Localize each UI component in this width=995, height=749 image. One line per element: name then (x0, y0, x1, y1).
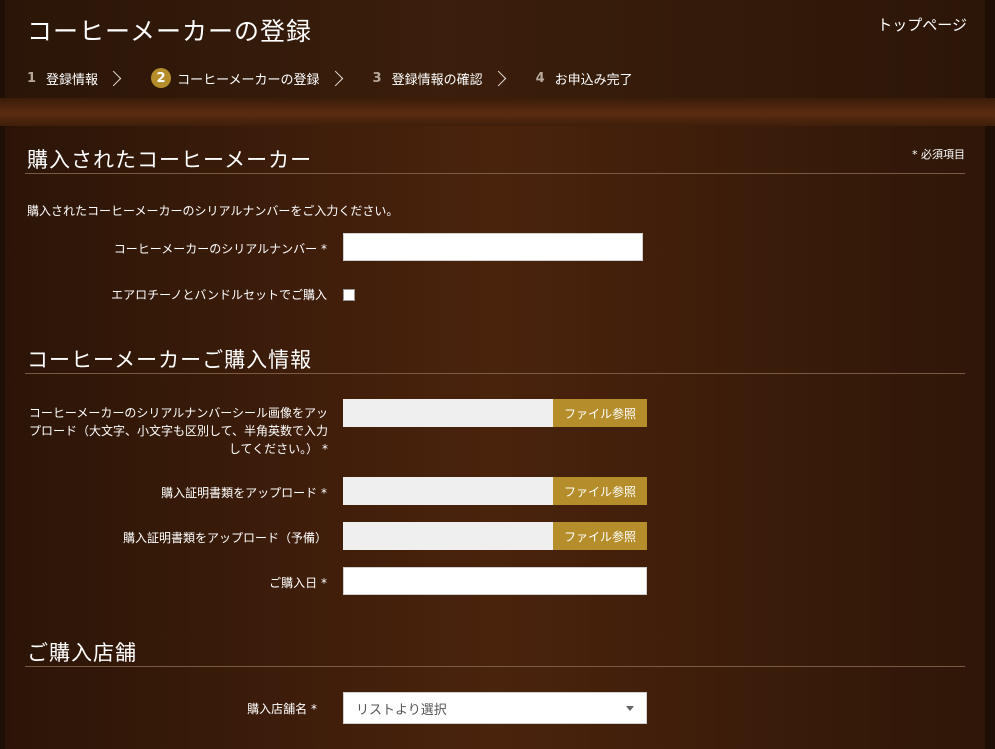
section-title-coffee-maker: 購入されたコーヒーメーカー (27, 148, 313, 172)
store-select-placeholder: リストより選択 (356, 702, 447, 718)
serial-number-label: コーヒーメーカーのシリアルナンバー * (113, 242, 327, 256)
step-label: 登録情報 (46, 72, 99, 88)
proof-backup-browse-button[interactable]: ファイル参照 (553, 522, 647, 550)
seal-upload-label: コーヒーメーカーのシリアルナンバーシール画像をアップロード（大文字、小文字も区別… (28, 406, 328, 456)
bundle-label: エアロチーノとバンドルセットでご購入 (111, 288, 327, 302)
step-label: コーヒーメーカーの登録 (177, 72, 320, 88)
step-label: お申込み完了 (554, 72, 633, 88)
caret-down-icon (626, 706, 634, 711)
step-number-active: 2 (151, 68, 172, 88)
section-divider (25, 373, 965, 374)
section-divider (25, 173, 965, 174)
top-page-link[interactable]: トップページ (877, 14, 967, 35)
page-header: コーヒーメーカーの登録 トップページ 1 登録情報 2 コーヒーメーカーの登録 … (5, 0, 985, 98)
serial-intro-text: 購入されたコーヒーメーカーのシリアルナンバーをご入力ください。 (27, 204, 399, 218)
proof-browse-button[interactable]: ファイル参照 (553, 477, 647, 505)
serial-number-input[interactable] (343, 233, 643, 261)
step-number: 3 (372, 70, 382, 86)
step-4: 4 お申込み完了 (536, 69, 633, 88)
proof-backup-upload-label: 購入証明書類をアップロード（予備） (122, 531, 327, 545)
store-select[interactable]: リストより選択 (343, 692, 647, 724)
bundle-checkbox[interactable] (343, 289, 355, 301)
chevron-right-icon (327, 70, 343, 86)
form-container: 購入されたコーヒーメーカー * 必須項目 購入されたコーヒーメーカーのシリアルナ… (5, 126, 985, 749)
purchase-date-input[interactable] (343, 567, 647, 595)
step-progress: 1 登録情報 2 コーヒーメーカーの登録 3 登録情報の確認 4 お申込み完了 (27, 66, 633, 90)
step-label: 登録情報の確認 (391, 72, 483, 88)
seal-browse-button[interactable]: ファイル参照 (553, 399, 647, 427)
step-number: 1 (27, 70, 37, 86)
proof-upload-label: 購入証明書類をアップロード * (161, 486, 327, 500)
proof-backup-upload-field[interactable] (343, 522, 553, 550)
proof-upload-field[interactable] (343, 477, 553, 505)
seal-upload-field[interactable] (343, 399, 553, 427)
required-note: * 必須項目 (912, 148, 965, 161)
chevron-right-icon (490, 70, 506, 86)
store-name-label: 購入店舗名 * (247, 702, 317, 716)
section-title-store: ご購入店舗 (27, 641, 137, 665)
step-3: 3 登録情報の確認 (373, 69, 536, 88)
decorative-band (0, 98, 995, 126)
chevron-right-icon (105, 70, 122, 86)
page-title: コーヒーメーカーの登録 (27, 17, 313, 46)
step-1: 1 登録情報 (27, 69, 151, 88)
step-number: 4 (535, 70, 545, 86)
section-title-purchase-info: コーヒーメーカーご購入情報 (27, 348, 313, 372)
step-2: 2 コーヒーメーカーの登録 (151, 68, 372, 88)
section-divider (25, 666, 965, 667)
purchase-date-label: ご購入日 * (269, 576, 327, 590)
